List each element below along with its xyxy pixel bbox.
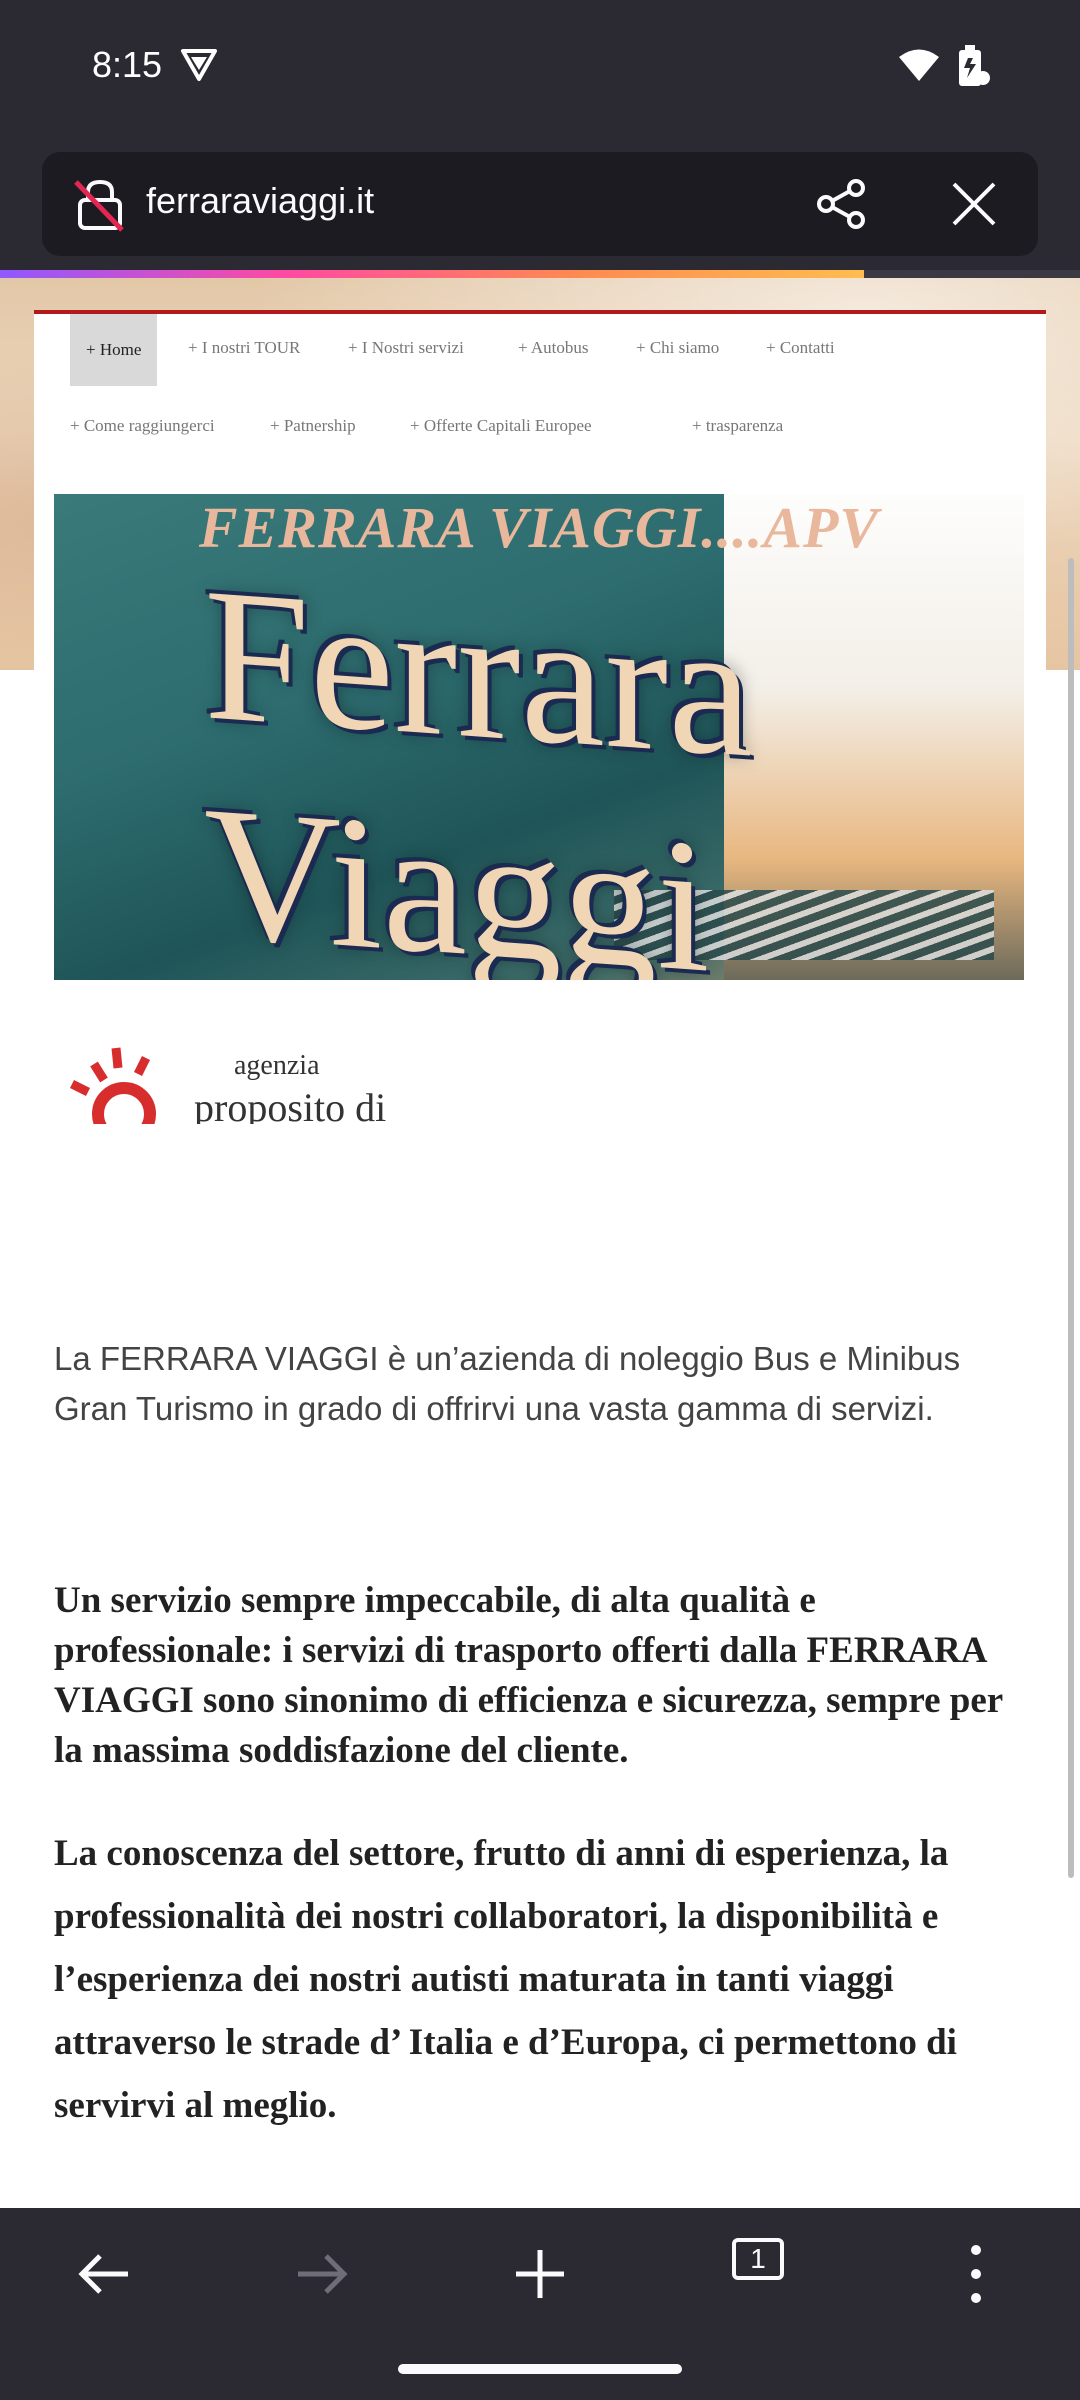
nav-item-patnership[interactable]: + Patnership bbox=[270, 416, 356, 436]
nav-item-contatti[interactable]: + Contatti bbox=[766, 338, 835, 358]
gesture-navigation-area bbox=[0, 2340, 1080, 2400]
agency-logo-small-text: agenzia bbox=[234, 1050, 320, 1081]
menu-dots-icon[interactable] bbox=[936, 2234, 1016, 2314]
nav-item-home[interactable]: + Home bbox=[70, 314, 158, 386]
status-time: 8:15 bbox=[92, 44, 163, 85]
share-icon[interactable] bbox=[812, 174, 872, 234]
page-load-progress bbox=[0, 270, 1080, 278]
nav-item-come-raggiungerci[interactable]: + Come raggiungerci bbox=[70, 416, 215, 436]
web-content[interactable]: + Home + I nostri TOUR + I Nostri serviz… bbox=[0, 278, 1080, 2208]
tabs-icon[interactable]: 1 bbox=[732, 2238, 784, 2280]
intro-paragraph: La FERRARA VIAGGI è un’azienda di nolegg… bbox=[54, 1340, 961, 1427]
status-bar: 8:15 bbox=[0, 0, 1080, 140]
close-icon[interactable] bbox=[944, 174, 1004, 234]
insecure-lock-icon[interactable] bbox=[70, 174, 130, 234]
url-bar[interactable]: ferraraviaggi.it bbox=[42, 152, 1038, 256]
url-text[interactable]: ferraraviaggi.it bbox=[146, 180, 374, 222]
nav-item-chi-siamo[interactable]: + Chi siamo bbox=[636, 338, 719, 358]
agency-logo-big-text: proposito di bbox=[194, 1085, 387, 1124]
banner-image: FERRARA VIAGGI....APV Ferrara Viaggi bbox=[54, 494, 1024, 980]
wifi-icon bbox=[899, 49, 939, 81]
nav-item-autobus[interactable]: + Autobus bbox=[518, 338, 589, 358]
bottom-toolbar: 1 bbox=[0, 2208, 1080, 2340]
site-container: + Home + I nostri TOUR + I Nostri serviz… bbox=[34, 310, 1046, 2208]
banner-bus-lettering: Ferrara Viaggi bbox=[204, 549, 753, 980]
nav-item-servizi[interactable]: + I Nostri servizi bbox=[348, 338, 464, 358]
page-scrollbar[interactable] bbox=[1068, 558, 1074, 1878]
nav-item-tour[interactable]: + I nostri TOUR bbox=[188, 338, 300, 358]
experience-paragraph: La conoscenza del settore, frutto di ann… bbox=[54, 1833, 957, 2126]
nav-item-trasparenza[interactable]: + trasparenza bbox=[692, 416, 783, 436]
forward-arrow-icon[interactable] bbox=[282, 2234, 362, 2314]
home-gesture-bar[interactable] bbox=[398, 2364, 682, 2374]
plus-icon[interactable] bbox=[500, 2234, 580, 2314]
nav-item-offerte[interactable]: + Offerte Capitali Europee bbox=[410, 416, 592, 436]
page-load-progress-fill bbox=[0, 270, 864, 278]
sun-logo-icon bbox=[69, 1047, 156, 1124]
agency-logo: agenzia proposito di bbox=[54, 1014, 654, 1124]
service-paragraph: Un servizio sempre impeccabile, di alta … bbox=[54, 1580, 1003, 1771]
banner-title: FERRARA VIAGGI....APV bbox=[198, 495, 880, 560]
back-arrow-icon[interactable] bbox=[64, 2234, 144, 2314]
battery-icon bbox=[959, 45, 990, 86]
vpn-icon bbox=[181, 49, 217, 81]
